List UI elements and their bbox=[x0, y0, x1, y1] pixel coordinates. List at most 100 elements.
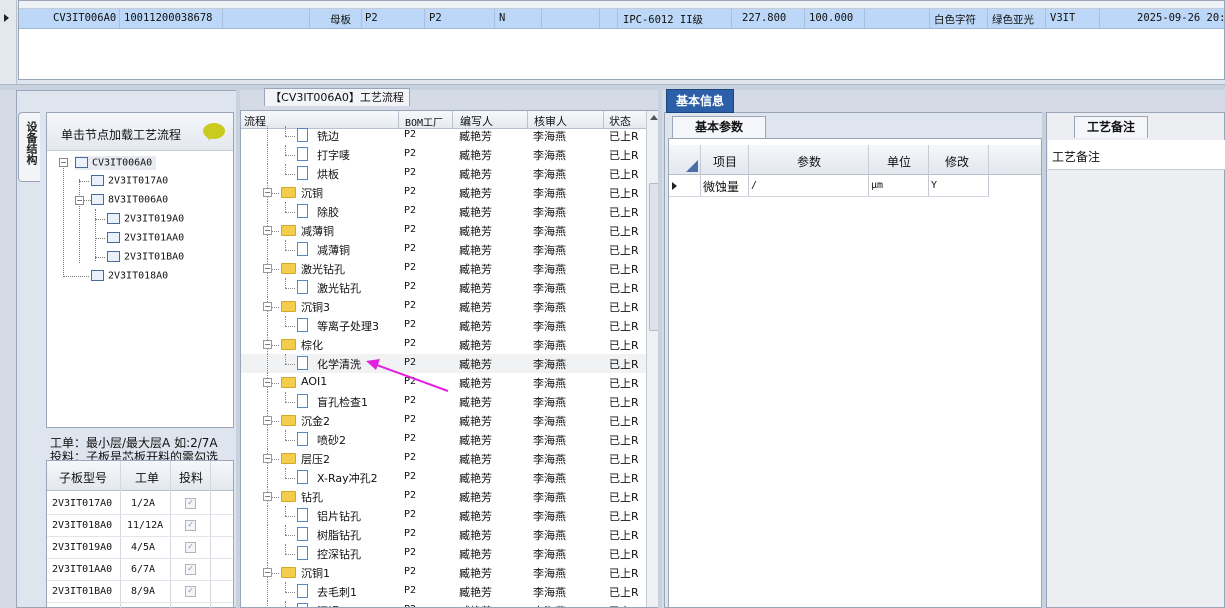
process-row[interactable]: 减薄铜 P2 臧艳芳 李海燕 已上R bbox=[241, 240, 646, 259]
table-row[interactable]: 2V3IT018A0 11/12A ✓ bbox=[47, 515, 233, 537]
process-name: 棕化 bbox=[301, 339, 323, 352]
process-name: 烘板 bbox=[317, 168, 339, 181]
tree-node[interactable]: 2V3IT018A0 bbox=[91, 270, 168, 282]
document-icon bbox=[297, 280, 308, 294]
tree-node[interactable]: 2V3IT01BA0 bbox=[107, 251, 184, 263]
hint-line-1: 工单：最小层/最大层A 如:2/7A bbox=[50, 436, 218, 450]
process-row[interactable]: − 沉铜 P2 臧艳芳 李海燕 已上R bbox=[241, 183, 646, 202]
tree-node[interactable]: 2V3IT01AA0 bbox=[107, 232, 184, 244]
tab-basic-info[interactable]: 基本信息 bbox=[666, 89, 734, 113]
scroll-up-arrow-icon[interactable] bbox=[650, 115, 658, 120]
speech-bubble-icon bbox=[203, 123, 225, 141]
feed-checkbox[interactable]: ✓ bbox=[185, 542, 196, 553]
writer: 臧艳芳 bbox=[459, 301, 492, 314]
process-row[interactable]: − 层压2 P2 臧艳芳 李海燕 已上R bbox=[241, 449, 646, 468]
process-row[interactable]: − 减薄铜 P2 臧艳芳 李海燕 已上R bbox=[241, 221, 646, 240]
collapse-toggle-icon[interactable]: − bbox=[263, 568, 272, 577]
tree-node[interactable]: 8V3IT006A0 bbox=[91, 194, 168, 206]
table-row[interactable]: 2V3IT017A0 1/2A ✓ bbox=[47, 493, 233, 515]
table-row[interactable]: 2V3IT019A0 4/5A ✓ bbox=[47, 537, 233, 559]
bom-factory: P2 bbox=[404, 300, 417, 311]
process-name: 去毛刺1 bbox=[317, 586, 357, 599]
bom-factory: P2 bbox=[404, 243, 417, 254]
collapse-toggle-icon[interactable]: − bbox=[263, 378, 272, 387]
collapse-toggle-icon[interactable]: − bbox=[263, 454, 272, 463]
writer: 臧艳芳 bbox=[459, 434, 492, 447]
reviewer: 李海燕 bbox=[533, 339, 566, 352]
tab-basic-params[interactable]: 基本参数 bbox=[672, 116, 766, 138]
process-row[interactable]: − 沉金2 P2 臧艳芳 李海燕 已上R bbox=[241, 411, 646, 430]
collapse-toggle-icon[interactable]: − bbox=[263, 302, 272, 311]
collapse-toggle-icon[interactable]: − bbox=[59, 158, 68, 167]
feed-checkbox[interactable]: ✓ bbox=[185, 564, 196, 575]
process-row[interactable]: 铣边 P2 臧艳芳 李海燕 已上R bbox=[241, 126, 646, 145]
process-name: AOI1 bbox=[301, 375, 328, 388]
tab-basic-info-label: 基本信息 bbox=[675, 94, 724, 108]
process-row[interactable]: 喷砂2 P2 臧艳芳 李海燕 已上R bbox=[241, 430, 646, 449]
collapse-toggle-icon[interactable]: − bbox=[263, 226, 272, 235]
middle-splitter[interactable] bbox=[658, 90, 662, 608]
param-value[interactable]: / bbox=[751, 180, 757, 191]
process-row[interactable]: − 激光钻孔 P2 臧艳芳 李海燕 已上R bbox=[241, 259, 646, 278]
status: 已上R bbox=[609, 415, 639, 428]
tab-device-structure[interactable]: 设备结构 bbox=[18, 112, 40, 182]
tree-node[interactable]: 2V3IT017A0 bbox=[91, 175, 168, 187]
tree-node-root[interactable]: CV3IT006A0 bbox=[75, 156, 157, 170]
status: 已上R bbox=[609, 377, 639, 390]
process-row[interactable]: − 沉铜3 P2 臧艳芳 李海燕 已上R bbox=[241, 297, 646, 316]
process-row[interactable]: 打字唛 P2 臧艳芳 李海燕 已上R bbox=[241, 145, 646, 164]
reviewer: 李海燕 bbox=[533, 206, 566, 219]
document-icon bbox=[297, 204, 308, 218]
process-row[interactable]: 控深钻孔 P2 臧艳芳 李海燕 已上R bbox=[241, 544, 646, 563]
process-row[interactable]: − 棕化 P2 臧艳芳 李海燕 已上R bbox=[241, 335, 646, 354]
tree-header-text: 单击节点加载工艺流程 bbox=[61, 128, 182, 142]
feed-checkbox[interactable]: ✓ bbox=[185, 520, 196, 531]
process-row[interactable]: 等离子处理3 P2 臧艳芳 李海燕 已上R bbox=[241, 316, 646, 335]
process-row[interactable]: 除胶 P2 臧艳芳 李海燕 已上R bbox=[241, 202, 646, 221]
top-grid-selected-row[interactable]: CV3IT006A0 10011200038678 母板 P2 P2 N IPC… bbox=[19, 9, 1224, 29]
process-row[interactable]: 激光钻孔 P2 臧艳芳 李海燕 已上R bbox=[241, 278, 646, 297]
process-row[interactable]: − 钻孔 P2 臧艳芳 李海燕 已上R bbox=[241, 487, 646, 506]
process-name: 等离子处理3 bbox=[317, 320, 379, 333]
table-row[interactable]: 2V3IT01BA0 8/9A ✓ bbox=[47, 581, 233, 603]
collapse-toggle-icon[interactable]: − bbox=[263, 492, 272, 501]
process-row[interactable]: − 沉铜1 P2 臧艳芳 李海燕 已上R bbox=[241, 563, 646, 582]
reviewer: 李海燕 bbox=[533, 320, 566, 333]
bom-factory: P2 bbox=[404, 414, 417, 425]
process-row[interactable]: 铝片钻孔 P2 臧艳芳 李海燕 已上R bbox=[241, 506, 646, 525]
collapse-toggle-icon[interactable]: − bbox=[263, 340, 272, 349]
process-row[interactable]: X-Ray冲孔2 P2 臧艳芳 李海燕 已上R bbox=[241, 468, 646, 487]
param-unit: μm bbox=[871, 180, 884, 191]
feed-checkbox[interactable]: ✓ bbox=[185, 586, 196, 597]
status: 已上R bbox=[609, 358, 639, 371]
feed-checkbox[interactable]: ✓ bbox=[185, 498, 196, 509]
tree-node[interactable]: 2V3IT019A0 bbox=[107, 213, 184, 225]
document-icon bbox=[297, 394, 308, 408]
table-row[interactable]: 2V3IT01AA0 6/7A ✓ bbox=[47, 559, 233, 581]
collapse-toggle-icon[interactable]: − bbox=[263, 264, 272, 273]
reviewer: 李海燕 bbox=[533, 263, 566, 276]
process-flow-tab[interactable]: 【CV3IT006A0】工艺流程 bbox=[264, 88, 410, 106]
bom-factory: P2 bbox=[404, 547, 417, 558]
reviewer: 李海燕 bbox=[533, 244, 566, 257]
document-icon bbox=[297, 166, 308, 180]
collapse-toggle-icon[interactable]: − bbox=[75, 196, 84, 205]
process-row[interactable]: 沉铜1 P2 臧艳芳 李海燕 已上R bbox=[241, 601, 646, 607]
col-feed: 投料 bbox=[179, 471, 204, 485]
cell-date: 2025-09-26 20:3 bbox=[1137, 12, 1225, 24]
annotation-arrow-line bbox=[373, 363, 449, 392]
tab-process-note[interactable]: 工艺备注 bbox=[1074, 116, 1148, 138]
cell-standard: IPC-6012 II级 bbox=[623, 14, 704, 26]
bom-factory: P2 bbox=[404, 186, 417, 197]
collapse-toggle-icon[interactable]: − bbox=[263, 416, 272, 425]
collapse-toggle-icon[interactable]: − bbox=[263, 188, 272, 197]
process-name: 沉金2 bbox=[301, 415, 330, 428]
bom-factory: P2 bbox=[404, 319, 417, 330]
status: 已上R bbox=[609, 130, 639, 143]
process-row[interactable]: 去毛刺1 P2 臧艳芳 李海燕 已上R bbox=[241, 582, 646, 601]
process-row[interactable]: 烘板 P2 臧艳芳 李海燕 已上R bbox=[241, 164, 646, 183]
process-name: 激光钻孔 bbox=[301, 263, 345, 276]
process-row[interactable]: 树脂钻孔 P2 臧艳芳 李海燕 已上R bbox=[241, 525, 646, 544]
param-item: 微蚀量 bbox=[703, 180, 740, 194]
param-row[interactable]: 微蚀量 / μm Y bbox=[669, 175, 989, 197]
